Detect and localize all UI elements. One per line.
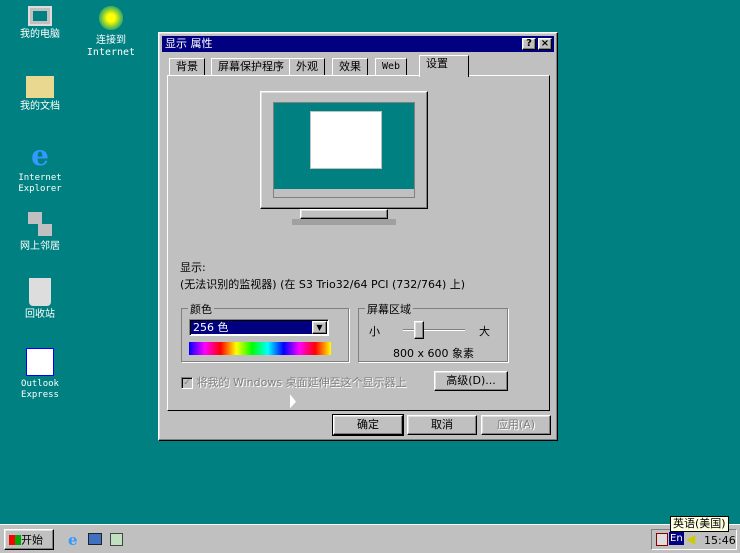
slider-min-label: 小 [369, 325, 380, 338]
cancel-button[interactable]: 取消 [407, 415, 477, 435]
monitor-screen [273, 102, 415, 198]
colors-selected-value: 256 色 [191, 321, 312, 334]
tab-effects[interactable]: 效果 [332, 58, 368, 76]
display-properties-dialog: 显示 属性 ? × 背景 屏幕保护程序 外观 效果 Web 设置 显示: (无法… [158, 32, 558, 441]
network-icon [26, 210, 54, 238]
desktop-icon-network[interactable]: 网上邻居 [5, 210, 75, 253]
internet-connect-icon [97, 4, 125, 32]
show-desktop-icon[interactable] [88, 533, 102, 545]
desktop-icon-my-documents[interactable]: 我的文档 [5, 72, 75, 113]
desktop-icon-outlook[interactable]: Outlook Express [5, 348, 75, 401]
ie-quicklaunch-icon[interactable]: e [68, 531, 78, 549]
resolution-value: 800 x 600 象素 [393, 347, 474, 360]
outlook-icon [26, 348, 54, 376]
clock: 15:46 [704, 534, 736, 547]
tab-web[interactable]: Web [375, 58, 408, 76]
desktop-icon-my-computer[interactable]: 我的电脑 [5, 4, 75, 41]
folder-icon [26, 76, 54, 98]
settings-panel: 显示: (无法识别的监视器) (在 S3 Trio32/64 PCI (732/… [167, 75, 550, 411]
desktop-icon-ie[interactable]: e Internet Explorer [5, 142, 75, 195]
system-tray: En ◀ 15:46 [651, 529, 737, 550]
preview-taskbar [274, 189, 414, 197]
chevron-down-icon[interactable]: ▼ [312, 321, 327, 334]
language-tooltip: 英语(美国) [670, 516, 729, 532]
title-bar: 显示 属性 ? × [162, 36, 554, 52]
screen-area-group: 屏幕区域 小 大 800 x 600 象素 [358, 301, 508, 362]
screen-area-label: 屏幕区域 [365, 301, 413, 317]
monitor-base [292, 219, 396, 225]
icon-label: Outlook Express [21, 379, 59, 400]
desktop-icon-connect-internet[interactable]: 连接到 Internet [76, 4, 146, 59]
start-button[interactable]: 开始 [4, 529, 54, 550]
mouse-cursor-icon [290, 394, 296, 412]
ok-button[interactable]: 确定 [332, 414, 404, 436]
icon-label: 我的电脑 [20, 29, 60, 40]
resolution-slider-thumb[interactable] [414, 321, 424, 339]
help-button[interactable]: ? [522, 38, 536, 50]
colors-group: 颜色 256 色 ▼ [181, 301, 349, 362]
ie-icon: e [31, 139, 49, 172]
display-value: (无法识别的监视器) (在 S3 Trio32/64 PCI (732/764)… [180, 278, 466, 291]
icon-label: 网上邻居 [20, 241, 60, 252]
color-spectrum-bar [189, 342, 331, 355]
tab-settings[interactable]: 设置 [419, 55, 469, 77]
advanced-button[interactable]: 高级(D)... [434, 371, 508, 391]
resolution-slider-track[interactable] [403, 329, 465, 331]
scheduler-icon[interactable] [656, 533, 668, 546]
language-indicator[interactable]: En [669, 532, 684, 545]
start-label: 开始 [21, 533, 43, 547]
tab-screensaver[interactable]: 屏幕保护程序 [211, 58, 291, 76]
icon-label: Internet Explorer [18, 173, 62, 194]
dialog-title: 显示 属性 [165, 37, 213, 50]
computer-icon [28, 6, 52, 26]
tab-background[interactable]: 背景 [169, 58, 205, 76]
close-button[interactable]: × [538, 38, 552, 50]
preview-window [310, 111, 382, 169]
volume-icon[interactable]: ◀ [686, 532, 695, 546]
monitor-preview [260, 91, 428, 209]
colors-select[interactable]: 256 色 ▼ [189, 319, 329, 336]
channels-icon[interactable] [110, 533, 123, 546]
display-label: 显示: [180, 261, 206, 274]
taskbar: 开始 e En ◀ 15:46 [0, 524, 740, 553]
slider-max-label: 大 [479, 325, 490, 338]
apply-button[interactable]: 应用(A) [481, 415, 551, 435]
monitor-stand [300, 209, 388, 219]
windows-logo-icon [9, 535, 21, 545]
extend-desktop-checkbox[interactable]: ✓ 将我的 Windows 桌面延伸至这个显示器上 [181, 374, 407, 390]
recycle-bin-icon [29, 278, 51, 306]
icon-label: 我的文档 [20, 101, 60, 112]
desktop-icon-recycle-bin[interactable]: 回收站 [5, 278, 75, 321]
colors-label: 颜色 [188, 301, 214, 317]
checkbox-icon[interactable]: ✓ [181, 377, 193, 389]
icon-label: 回收站 [25, 309, 55, 320]
tab-appearance[interactable]: 外观 [289, 58, 325, 76]
extend-desktop-label: 将我的 Windows 桌面延伸至这个显示器上 [196, 376, 407, 389]
icon-label: 连接到 Internet [86, 35, 136, 58]
